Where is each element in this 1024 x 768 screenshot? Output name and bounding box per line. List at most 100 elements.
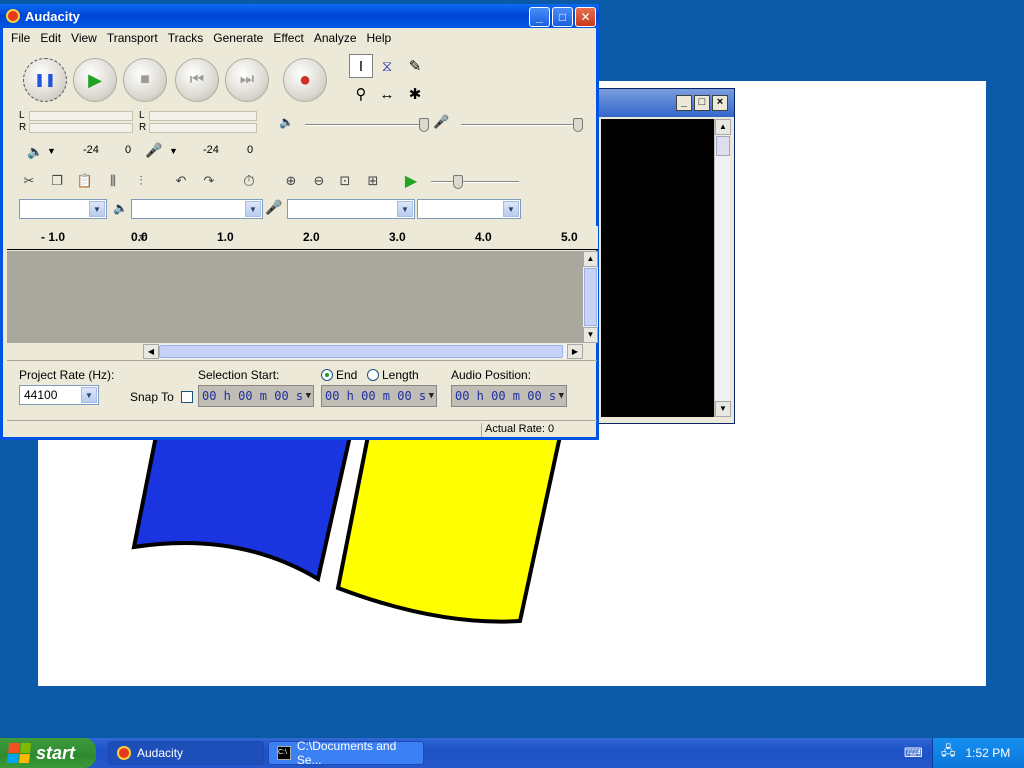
zoom-in-button[interactable]: ⊕ — [279, 170, 303, 192]
taskbar-item-console[interactable]: C:\ C:\Documents and Se... — [268, 739, 424, 767]
menu-transport[interactable]: Transport — [103, 31, 164, 45]
project-rate-select[interactable]: 44100 ▼ — [19, 385, 99, 405]
timeshift-tool-button[interactable]: ↔ — [375, 82, 399, 106]
paste-button[interactable]: 📋 — [73, 170, 97, 192]
snap-to-checkbox[interactable] — [181, 391, 193, 403]
menu-tracks[interactable]: Tracks — [164, 31, 210, 45]
taskbar-item-audacity[interactable]: Audacity — [108, 741, 264, 765]
chevron-down-icon: ▼ — [89, 201, 105, 217]
track-panel[interactable] — [7, 251, 583, 343]
menu-analyze[interactable]: Analyze — [310, 31, 363, 45]
console-titlebar[interactable]: _ □ × — [597, 89, 734, 117]
maximize-button[interactable]: □ — [552, 7, 573, 27]
playback-device-select[interactable]: ▼ — [131, 199, 263, 219]
menu-edit[interactable]: Edit — [36, 31, 67, 45]
scroll-up-arrow-icon[interactable]: ▲ — [715, 119, 731, 135]
close-button[interactable]: ✕ — [575, 7, 596, 27]
keyboard-icon[interactable]: ⌨ — [904, 745, 923, 761]
track-vertical-scrollbar[interactable]: ▲ ▼ — [583, 251, 598, 343]
scroll-right-arrow-icon[interactable]: ▶ — [567, 344, 583, 359]
maximize-button[interactable]: □ — [694, 95, 710, 111]
audio-position-time[interactable]: 00 h 00 m 00 s ▼ — [451, 385, 567, 407]
zoom-out-button[interactable]: ⊖ — [307, 170, 331, 192]
scroll-down-arrow-icon[interactable]: ▼ — [583, 327, 598, 343]
draw-tool-button[interactable]: ✎ — [403, 54, 427, 78]
playback-menu-arrow-icon[interactable]: ▼ — [47, 146, 56, 156]
redo-button[interactable]: ↷ — [197, 170, 221, 192]
length-radio-group[interactable]: Length — [367, 368, 419, 382]
pause-button[interactable]: ❚❚ — [23, 58, 67, 102]
play-speed-thumb[interactable] — [453, 175, 463, 189]
multi-tool-button[interactable]: ✱ — [403, 82, 427, 106]
skip-end-button[interactable]: ⏭ — [225, 58, 269, 102]
skip-start-icon: ⏮ — [189, 71, 205, 88]
audacity-app-icon — [6, 9, 20, 23]
start-button[interactable]: start — [0, 738, 96, 768]
input-volume-track[interactable] — [461, 124, 581, 126]
menu-generate[interactable]: Generate — [209, 31, 269, 45]
timeline-ruler[interactable]: - 1.0 0.0 1.0 2.0 3.0 4.0 5.0 ▿ — [7, 226, 598, 250]
console-vertical-scrollbar[interactable]: ▲ ▼ — [714, 119, 731, 417]
silence-button[interactable]: ⫶ — [129, 170, 153, 192]
record-meter-right[interactable] — [149, 123, 257, 133]
undo-button[interactable]: ↶ — [169, 170, 193, 192]
clock[interactable]: 1:52 PM — [966, 746, 1011, 760]
network-icon[interactable]: 🖧 — [941, 742, 956, 764]
menu-effect[interactable]: Effect — [269, 31, 309, 45]
track-horizontal-scrollbar[interactable]: ◀ ▶ — [143, 344, 583, 359]
ruler-label: 3.0 — [389, 230, 406, 244]
minimize-button[interactable]: _ — [676, 95, 692, 111]
selection-start-time[interactable]: 00 h 00 m 00 s ▼ — [198, 385, 314, 407]
scroll-left-arrow-icon[interactable]: ◀ — [143, 344, 159, 359]
play-speed-track[interactable] — [431, 181, 519, 183]
record-meter-left[interactable] — [149, 111, 257, 121]
input-volume-thumb[interactable] — [573, 118, 583, 132]
end-radio[interactable] — [321, 369, 333, 381]
taskbar-item-label: Audacity — [137, 746, 184, 760]
selection-end-time[interactable]: 00 h 00 m 00 s ▼ — [321, 385, 437, 407]
minimize-button[interactable]: _ — [529, 7, 550, 27]
scroll-down-arrow-icon[interactable]: ▼ — [715, 401, 731, 417]
record-menu-arrow-icon[interactable]: ▼ — [169, 146, 178, 156]
sync-lock-button[interactable]: ⏱ — [237, 170, 261, 192]
output-volume-thumb[interactable] — [419, 118, 429, 132]
playback-meter-right[interactable] — [29, 123, 133, 133]
copy-button[interactable]: ❐ — [45, 170, 69, 192]
meter-left-label-2: L — [139, 110, 145, 121]
fit-project-button[interactable]: ⊞ — [361, 170, 385, 192]
play-head-icon[interactable]: ▿ — [139, 230, 145, 244]
end-radio-group[interactable]: End — [321, 368, 357, 382]
microphone-icon[interactable]: 🎤 — [145, 142, 162, 159]
audio-host-select[interactable]: ▼ — [19, 199, 107, 219]
console-window[interactable]: _ □ × ▲ ▼ — [596, 88, 735, 424]
audio-position-value: 00 h 00 m 00 s — [455, 389, 557, 403]
chevron-down-icon: ▼ — [305, 391, 311, 401]
stop-button[interactable]: ■ — [123, 58, 167, 102]
skip-start-button[interactable]: ⏮ — [175, 58, 219, 102]
console-output[interactable] — [601, 119, 715, 417]
zoom-tool-button[interactable]: ⚲ — [349, 82, 373, 106]
speaker-icon[interactable]: 🔈 — [27, 144, 43, 160]
scroll-thumb[interactable] — [584, 268, 597, 326]
selection-tool-button[interactable]: I — [349, 54, 373, 78]
output-volume-track[interactable] — [305, 124, 425, 126]
envelope-tool-button[interactable]: ⧖ — [375, 54, 399, 78]
scroll-up-arrow-icon[interactable]: ▲ — [583, 251, 598, 267]
recording-channels-select[interactable]: ▼ — [417, 199, 521, 219]
close-button[interactable]: × — [712, 95, 728, 111]
play-at-speed-button[interactable]: ▶ — [399, 170, 423, 192]
trim-button[interactable]: ⫼ — [101, 170, 125, 192]
length-radio[interactable] — [367, 369, 379, 381]
menu-help[interactable]: Help — [363, 31, 398, 45]
recording-device-select[interactable]: ▼ — [287, 199, 415, 219]
playback-meter-left[interactable] — [29, 111, 133, 121]
play-button[interactable]: ▶ — [73, 58, 117, 102]
scroll-thumb[interactable] — [159, 345, 563, 358]
menu-view[interactable]: View — [67, 31, 103, 45]
fit-selection-button[interactable]: ⊡ — [333, 170, 357, 192]
cut-button[interactable]: ✂ — [17, 170, 41, 192]
record-button[interactable]: ● — [283, 58, 327, 102]
menu-file[interactable]: File — [7, 31, 36, 45]
audacity-titlebar[interactable]: Audacity _ □ ✕ — [0, 4, 599, 28]
scroll-thumb[interactable] — [716, 136, 730, 156]
